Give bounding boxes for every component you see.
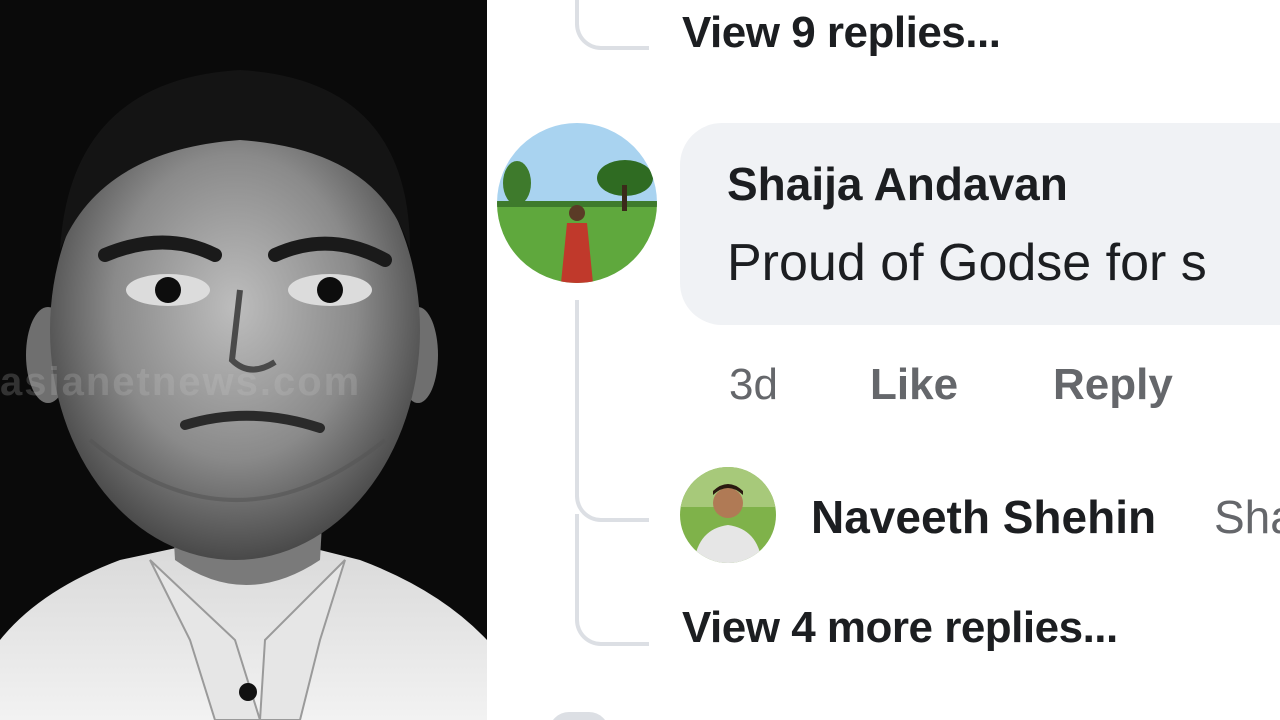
more-replies-connector-line (575, 514, 649, 646)
screenshot-root: View 9 replies... Shaija Andavan Proud o… (0, 0, 1280, 720)
reply-avatar[interactable] (680, 467, 776, 563)
reply-connector-line (575, 300, 649, 522)
reply-button[interactable]: Reply (1053, 360, 1173, 410)
comment-bubble (680, 123, 1280, 325)
view-replies-link[interactable]: View 9 replies... (682, 8, 1001, 58)
view-more-replies-link[interactable]: View 4 more replies... (682, 603, 1118, 653)
comment-thread: View 9 replies... Shaija Andavan Proud o… (487, 0, 1280, 720)
comment-timestamp[interactable]: 3d (729, 360, 778, 410)
commenter-avatar[interactable] (497, 123, 657, 283)
next-comment-avatar-edge (549, 712, 609, 720)
reply-author-name[interactable]: Naveeth Shehin (811, 490, 1156, 544)
like-button[interactable]: Like (870, 360, 958, 410)
profile-photo-icon (497, 123, 657, 283)
portrait-photo (0, 0, 487, 720)
thread-connector-line (575, 0, 649, 50)
reply-preview-text: Sha (1214, 491, 1280, 543)
portrait-illustration (0, 0, 487, 720)
profile-photo-icon (680, 467, 776, 563)
comment-author-name[interactable]: Shaija Andavan (727, 157, 1068, 211)
comment-text: Proud of Godse for s (727, 234, 1207, 292)
